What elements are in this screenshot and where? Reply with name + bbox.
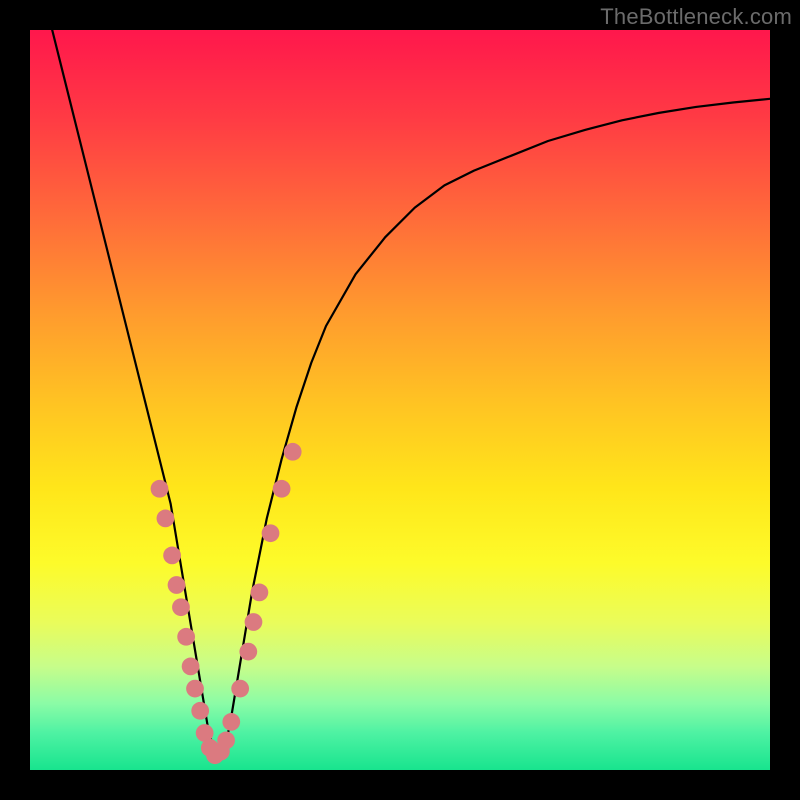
data-point: [222, 713, 240, 731]
data-point: [262, 524, 280, 542]
data-point: [251, 584, 269, 602]
data-point: [284, 443, 302, 461]
data-point: [172, 598, 190, 616]
data-point: [157, 510, 175, 528]
data-point: [245, 613, 263, 631]
chart-frame: TheBottleneck.com: [0, 0, 800, 800]
data-point: [177, 628, 195, 646]
data-point: [163, 547, 181, 565]
plot-area: [30, 30, 770, 770]
watermark-text: TheBottleneck.com: [600, 4, 792, 30]
data-point: [182, 658, 200, 676]
data-point: [191, 702, 209, 720]
data-point: [239, 643, 257, 661]
data-point: [186, 680, 204, 698]
scatter-points: [30, 30, 770, 770]
data-point: [231, 680, 249, 698]
data-point: [273, 480, 291, 498]
data-point: [217, 732, 235, 750]
data-point: [168, 576, 186, 594]
data-point: [151, 480, 169, 498]
